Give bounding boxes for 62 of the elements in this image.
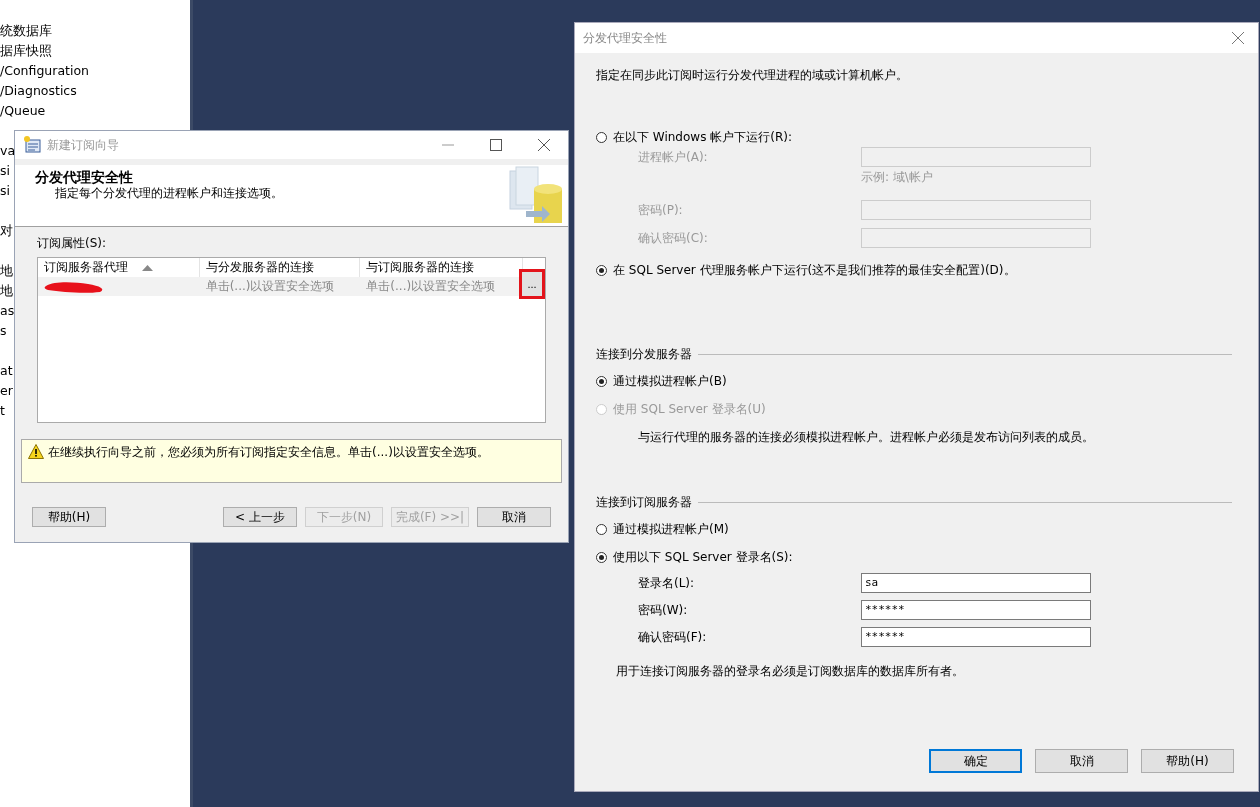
input-field[interactable]: ******: [861, 600, 1091, 620]
radio-button[interactable]: [596, 131, 607, 143]
wizard-button[interactable]: 帮助(H): [32, 507, 106, 527]
field-label: 进程帐户(A):: [638, 148, 709, 166]
option-label: 使用以下 SQL Server 登录名(S):: [613, 548, 793, 566]
section-title: 连接到分发服务器: [596, 346, 692, 363]
dialog-button[interactable]: 帮助(H): [1141, 749, 1234, 773]
window-title: 分发代理安全性: [583, 29, 667, 47]
warning-message: 在继续执行向导之前，您必须为所有订阅指定安全信息。单击(...)以设置安全选项。: [48, 444, 489, 461]
maximize-icon[interactable]: [490, 139, 502, 151]
tree-item[interactable]: va: [0, 141, 16, 161]
tree-item[interactable]: 地: [0, 261, 13, 281]
option-label: 使用 SQL Server 登录名(U): [613, 400, 766, 418]
hint-text: 示例: 域\帐户: [861, 169, 934, 186]
tree-item[interactable]: as: [0, 301, 15, 321]
tree-item[interactable]: at: [0, 361, 13, 381]
list-label: 订阅属性(S):: [37, 235, 108, 251]
ellipsis-button[interactable]: ...: [519, 268, 545, 299]
page-heading: 分发代理安全性: [35, 169, 134, 185]
option-label: 在以下 Windows 帐户下运行(R):: [613, 128, 792, 146]
table-cell: 单击(...)以设置安全选项: [199, 277, 361, 296]
tree-item[interactable]: si: [0, 181, 10, 201]
window-title: 新建订阅向导: [47, 136, 120, 154]
radio-button[interactable]: [596, 523, 607, 535]
input-field[interactable]: sa: [861, 573, 1091, 593]
note-text: 与运行代理的服务器的连接必须模拟进程帐户。进程帐户必须是发布访问列表的成员。: [637, 429, 1095, 446]
tree-item[interactable]: 地: [0, 281, 13, 301]
tree-item[interactable]: t: [0, 401, 5, 421]
radio-button[interactable]: [596, 375, 607, 387]
page-subheading: 指定每个分发代理的进程帐户和连接选项。: [54, 185, 283, 202]
section-title: 连接到订阅服务器: [596, 494, 692, 511]
radio-button[interactable]: [596, 551, 607, 563]
radio-button[interactable]: [596, 264, 607, 276]
tree-item[interactable]: 对: [0, 221, 13, 241]
close-icon[interactable]: [538, 139, 550, 151]
dialog-button[interactable]: 取消: [1035, 749, 1128, 773]
tree-item[interactable]: /Configuration: [0, 61, 89, 81]
note-text: 用于连接订阅服务器的登录名必须是订阅数据库的数据库所有者。: [615, 663, 965, 680]
field-label: 密码(P):: [638, 201, 684, 219]
close-icon[interactable]: [1232, 32, 1244, 44]
option-label: 通过模拟进程帐户(M): [613, 520, 729, 538]
wizard-button[interactable]: 取消: [477, 507, 551, 527]
database-drawing: [508, 165, 562, 225]
tree-item[interactable]: 统数据库: [0, 21, 52, 41]
dialog-description: 指定在同步此订阅时运行分发代理进程的域或计算机帐户。: [596, 67, 909, 83]
field-label: 密码(W):: [638, 601, 689, 619]
field-label: 登录名(L):: [638, 574, 696, 592]
option-label: 在 SQL Server 代理服务帐户下运行(这不是我们推荐的最佳安全配置)(D)。: [613, 261, 1016, 279]
tree-item[interactable]: si: [0, 161, 10, 181]
warning-icon: [28, 444, 44, 459]
option-label: 通过模拟进程帐户(B): [613, 372, 727, 390]
tree-item[interactable]: s: [0, 321, 7, 341]
wizard-icon: [23, 136, 41, 154]
tree-item[interactable]: er: [0, 381, 13, 401]
tree-item[interactable]: 据库快照: [0, 41, 52, 61]
wizard-button[interactable]: < 上一步: [223, 507, 297, 527]
field-label: 确认密码(F):: [638, 628, 708, 646]
tree-item[interactable]: /Diagnostics: [0, 81, 77, 101]
field-label: 确认密码(C):: [638, 229, 709, 247]
dialog-button[interactable]: 确定: [929, 749, 1022, 773]
tree-item[interactable]: /Queue: [0, 101, 46, 121]
input-field[interactable]: ******: [861, 627, 1091, 647]
